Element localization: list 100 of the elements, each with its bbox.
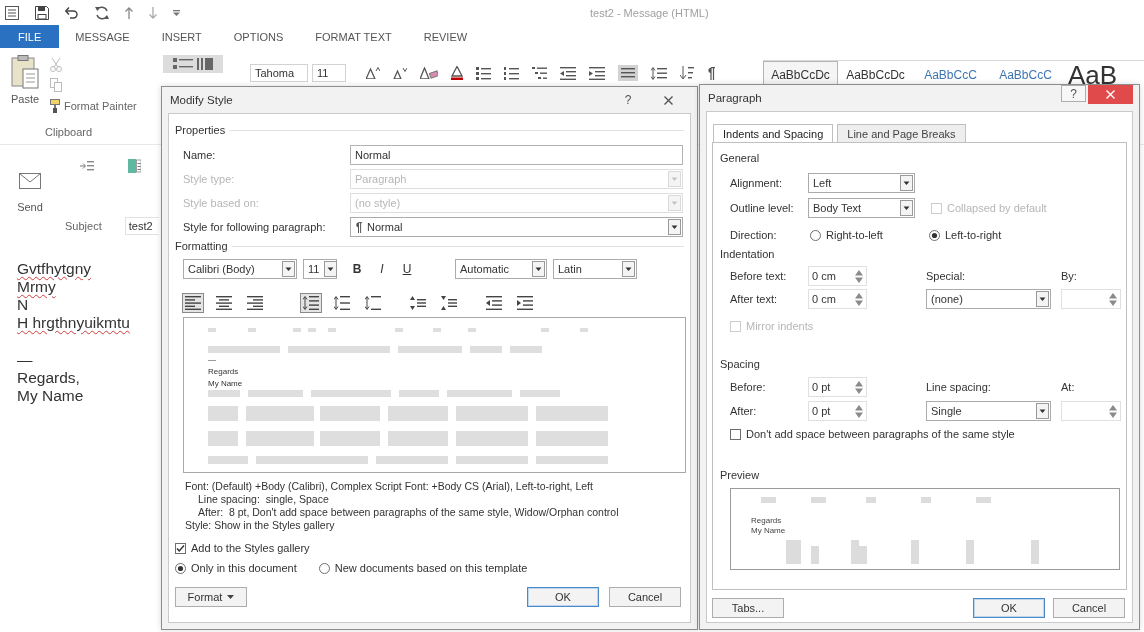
field-label: By:	[1061, 270, 1077, 282]
line-height-icon[interactable]	[651, 66, 667, 80]
body-text-line: Mrmy	[17, 278, 56, 296]
spin-arrows-icon[interactable]	[855, 269, 863, 283]
align-right-icon	[247, 296, 263, 310]
font-size-dropdown[interactable]: 11	[303, 259, 337, 279]
format-tool-button[interactable]	[182, 293, 204, 313]
undo-icon[interactable]	[65, 6, 79, 19]
style-gallery-item[interactable]: AaBbCcDc	[838, 61, 913, 88]
field-label: Style type:	[183, 173, 235, 185]
preview-text: Regards	[751, 516, 782, 526]
style-gallery-item[interactable]: AaB	[1063, 61, 1144, 88]
ribbon-tab[interactable]: MESSAGE	[59, 25, 146, 48]
spinner-field[interactable]: 0 cm	[808, 266, 867, 286]
format-tool-button[interactable]	[213, 293, 235, 313]
help-button[interactable]: ?	[1061, 85, 1086, 102]
dialog-button[interactable]: Tabs...	[712, 598, 784, 618]
contact-list-icon[interactable]	[80, 160, 94, 172]
format-tool-button[interactable]	[300, 293, 322, 313]
style-gallery-item[interactable]: AaBbCcC	[913, 61, 988, 88]
bold-button[interactable]: B	[350, 260, 364, 278]
font-dropdown[interactable]: Calibri (Body)	[183, 259, 297, 279]
radio-button[interactable]	[929, 229, 940, 241]
ok-button[interactable]: OK	[527, 587, 599, 607]
send-button[interactable]: Send	[12, 173, 48, 219]
line-spacing-dropdown[interactable]: Single	[926, 401, 1051, 421]
dialog-tab[interactable]: Indents and Spacing	[713, 124, 834, 142]
field-label: After text:	[730, 293, 778, 305]
dialog-button[interactable]: Cancel	[1053, 598, 1125, 618]
spin-arrows-icon[interactable]	[1109, 404, 1117, 418]
window-icon[interactable]	[5, 5, 19, 20]
ribbon-tab[interactable]: OPTIONS	[217, 25, 300, 48]
checkbox-label: Don't add space between paragraphs of the same style	[746, 428, 1015, 440]
checkbox[interactable]	[175, 542, 186, 554]
style-dropdown[interactable]: Normal	[350, 217, 683, 237]
sort-icon[interactable]	[680, 66, 694, 80]
highlighted-list-button[interactable]	[163, 55, 223, 73]
decrease-spacing-icon	[441, 296, 457, 310]
body-text-line: —	[17, 351, 33, 369]
text-field[interactable]: Normal	[350, 145, 683, 165]
radio-button[interactable]	[175, 562, 186, 574]
customize-menu-icon[interactable]	[173, 9, 180, 16]
save-icon[interactable]	[35, 5, 49, 20]
spin-arrows-icon[interactable]	[855, 404, 863, 418]
alignment-dropdown[interactable]: Left	[808, 173, 915, 193]
font-size-field[interactable]: 11	[312, 64, 346, 82]
ribbon-tab[interactable]: FILE	[0, 25, 60, 48]
spin-arrows-icon[interactable]	[855, 380, 863, 394]
format-tool-button[interactable]	[407, 293, 429, 313]
dialog-tab[interactable]: Line and Page Breaks	[837, 124, 966, 142]
numbering-icon[interactable]	[504, 66, 519, 80]
format-tool-button[interactable]	[514, 293, 536, 313]
format-tool-button[interactable]	[438, 293, 460, 313]
format-menu-button[interactable]: Format	[175, 587, 247, 607]
shaded-lines-icon[interactable]	[618, 65, 638, 81]
font-name-field[interactable]: Tahoma	[250, 64, 308, 82]
address-book-icon[interactable]	[128, 159, 141, 173]
spin-arrows-icon[interactable]	[1109, 292, 1117, 306]
bullets-icon[interactable]	[476, 66, 491, 80]
radio-label: Right-to-left	[826, 229, 883, 241]
circular-arrows-icon[interactable]	[95, 5, 109, 20]
decrease-indent-icon[interactable]	[560, 66, 576, 80]
shrink-font-icon[interactable]	[393, 67, 407, 79]
spinner-field[interactable]: 0 cm	[808, 289, 867, 309]
font-color-icon[interactable]	[451, 66, 463, 80]
spin-arrows-icon[interactable]	[855, 292, 863, 306]
pilcrow-icon[interactable]	[707, 66, 715, 80]
help-button[interactable]: ?	[620, 92, 636, 108]
underline-button[interactable]: U	[400, 260, 414, 278]
increase-indent-icon[interactable]	[589, 66, 605, 80]
ribbon-tab[interactable]: FORMAT TEXT	[299, 25, 408, 48]
format-tool-button[interactable]	[244, 293, 266, 313]
spinner-field[interactable]	[1061, 289, 1121, 309]
radio-button[interactable]	[810, 229, 821, 241]
style-gallery-item[interactable]: AaBbCcC	[988, 61, 1063, 88]
format-tool-button[interactable]	[483, 293, 505, 313]
up-arrow-icon[interactable]	[125, 6, 133, 19]
radio-button[interactable]	[318, 562, 330, 574]
spinner-field[interactable]: 0 pt	[808, 401, 867, 421]
clear-formatting-icon[interactable]	[420, 67, 438, 79]
ribbon-tab[interactable]: REVIEW	[407, 25, 484, 48]
font-color-dropdown[interactable]: Automatic	[455, 259, 547, 279]
italic-button[interactable]: I	[375, 260, 389, 278]
ok-button[interactable]: OK	[973, 598, 1045, 618]
script-dropdown[interactable]: Latin	[553, 259, 637, 279]
subject-field[interactable]: test2	[124, 217, 159, 235]
close-icon	[663, 95, 673, 105]
single-spacing-icon	[303, 296, 319, 310]
format-painter-button[interactable]: Format Painter	[50, 98, 137, 114]
outline-level-dropdown[interactable]: Body Text	[808, 198, 915, 218]
spinner-field[interactable]: 0 pt	[808, 377, 867, 397]
ribbon-tab[interactable]: INSERT	[145, 25, 218, 48]
multilevel-list-icon[interactable]	[532, 66, 547, 80]
grow-font-icon[interactable]	[366, 67, 380, 79]
dialog-button[interactable]: Cancel	[609, 587, 681, 607]
format-tool-button[interactable]	[331, 293, 353, 313]
checkbox[interactable]	[730, 428, 741, 440]
special-indent-dropdown[interactable]: (none)	[926, 289, 1051, 309]
spinner-field[interactable]	[1061, 401, 1121, 421]
format-tool-button[interactable]	[362, 293, 384, 313]
